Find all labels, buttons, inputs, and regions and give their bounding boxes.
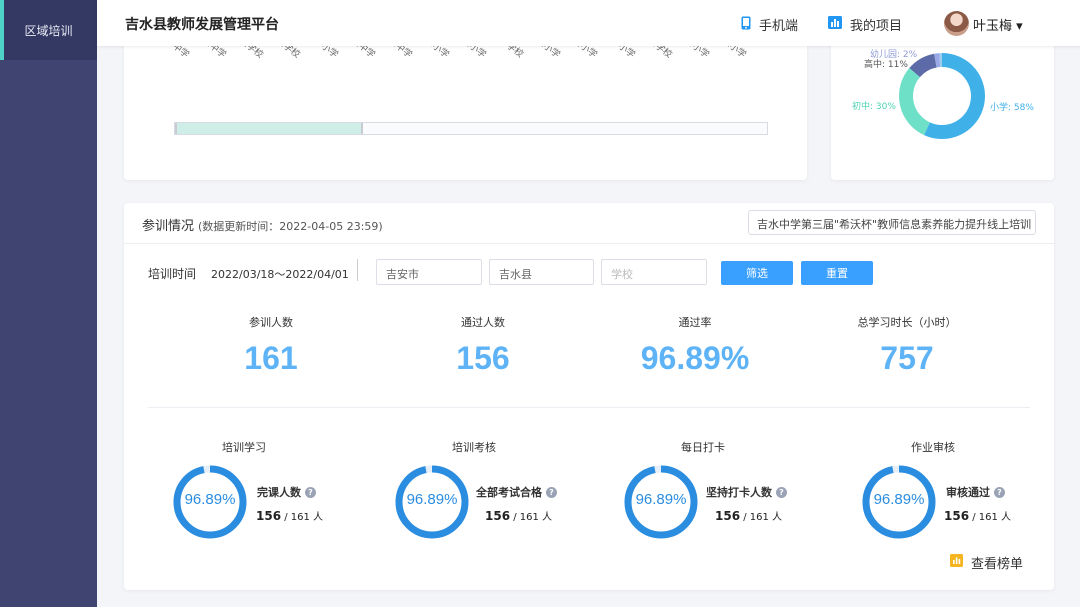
ring-count-checkin: 156 / 161 人 — [715, 508, 782, 523]
pie-label-primary: 小学: 58% — [990, 103, 1034, 113]
help-icon[interactable]: ? — [776, 487, 787, 498]
data-updated-time: (数据更新时间：2022-04-05 23:59) — [198, 220, 383, 233]
ring-pct-checkin: 96.89% — [635, 491, 687, 508]
ring-title-exam: 全部考试合格? — [476, 484, 557, 500]
view-ranking-link[interactable]: 查看榜单 — [950, 553, 1023, 572]
ring-pct-exam: 96.89% — [406, 491, 458, 508]
county-select[interactable]: 吉水县 — [489, 259, 594, 285]
training-overview-card: 参训情况 (数据更新时间：2022-04-05 23:59) 吉水中学第三届"希沃… — [124, 203, 1054, 590]
help-icon[interactable]: ? — [546, 487, 557, 498]
ring-homework: 96.89% — [861, 464, 937, 540]
chart-scrollbar-thumb[interactable] — [175, 123, 363, 134]
ring-exam: 96.89% — [394, 464, 470, 540]
stats-divider — [148, 407, 1030, 408]
chevron-down-icon: ﹀ — [1019, 220, 1029, 231]
group-title-exam: 培训考核 — [452, 441, 496, 454]
sidebar-item-label: 区域培训 — [24, 23, 73, 38]
projects-label: 我的项目 — [850, 19, 903, 34]
group-title-study: 培训学习 — [222, 441, 266, 454]
ring-title-text: 坚持打卡人数 — [706, 486, 772, 499]
top-header: 吉水县教师发展管理平台 手机端 我的项目 叶玉梅 ▾ — [97, 0, 1080, 46]
school-input[interactable]: 学校 — [601, 259, 707, 285]
ring-pct-homework: 96.89% — [873, 491, 925, 508]
section-divider — [124, 243, 1054, 244]
bar-chart-icon — [950, 554, 963, 571]
ring-count-total: / 161 人 — [510, 512, 553, 523]
pie-slice — [934, 53, 941, 68]
pie-slice — [924, 53, 985, 139]
stat-value-study-hours: 757 — [880, 340, 934, 376]
ring-title-text: 审核通过 — [946, 486, 990, 499]
ring-count-total: / 161 人 — [969, 512, 1012, 523]
section-title-text: 参训情况 — [142, 219, 195, 234]
mobile-link[interactable]: 手机端 — [741, 15, 798, 34]
section-title: 参训情况 (数据更新时间：2022-04-05 23:59) — [142, 215, 383, 234]
stat-label-participants: 参训人数 — [249, 316, 293, 329]
ring-count-value: 156 — [485, 509, 511, 523]
stat-value-participants: 161 — [244, 340, 298, 376]
group-title-checkin: 每日打卡 — [681, 441, 725, 454]
ring-count-exam: 156 / 161 人 — [485, 508, 552, 523]
ring-count-value: 156 — [256, 509, 282, 523]
stat-label-passed: 通过人数 — [461, 316, 505, 329]
stat-value-pass-rate: 96.89% — [640, 340, 750, 376]
ring-count-total: / 161 人 — [281, 512, 324, 523]
ring-title-text: 全部考试合格 — [476, 486, 542, 499]
ring-count-study: 156 / 161 人 — [256, 508, 323, 523]
mobile-label: 手机端 — [759, 19, 799, 34]
my-projects-link[interactable]: 我的项目 — [828, 15, 902, 34]
group-title-homework: 作业审核 — [911, 441, 955, 454]
user-menu[interactable]: 叶玉梅 ▾ — [973, 15, 1023, 34]
project-select[interactable]: 吉水中学第三届"希沃杯"教师信息素养能力提升线上培训 ﹀ — [748, 210, 1036, 235]
pie-label-junior: 初中: 30% — [852, 102, 896, 112]
pie-slice — [899, 68, 931, 136]
sidebar-item-regional-training[interactable]: 区域培训 — [0, 0, 97, 60]
filter-label: 培训时间 — [148, 267, 197, 281]
city-select[interactable]: 吉安市 — [376, 259, 482, 285]
ring-title-homework: 审核通过? — [946, 484, 1005, 500]
help-icon[interactable]: ? — [305, 487, 316, 498]
stat-label-study-hours: 总学习时长（小时） — [857, 316, 957, 329]
avatar[interactable] — [944, 11, 969, 36]
ring-count-value: 156 — [944, 509, 970, 523]
view-ranking-label: 查看榜单 — [971, 557, 1024, 572]
school-type-pie-card: 小学: 58% 初中: 30% 高中: 11% 幼儿园: 2% — [831, 40, 1054, 180]
stat-label-pass-rate: 通过率 — [678, 316, 712, 329]
sidebar: 区域培训 — [0, 0, 97, 607]
ring-title-study: 完课人数? — [257, 484, 316, 500]
chart-scrollbar[interactable] — [174, 122, 768, 135]
project-select-value: 吉水中学第三届"希沃杯"教师信息素养能力提升线上培训 — [757, 218, 1032, 231]
stat-value-passed: 156 — [456, 340, 510, 376]
ring-title-text: 完课人数 — [257, 486, 301, 499]
ring-pct-study: 96.89% — [184, 491, 236, 508]
filter-separator — [357, 259, 358, 281]
projects-icon — [828, 16, 842, 33]
ring-count-homework: 156 / 161 人 — [944, 508, 1011, 523]
mobile-icon — [741, 16, 751, 34]
ring-count-total: / 161 人 — [740, 512, 783, 523]
ring-count-value: 156 — [715, 509, 741, 523]
pie-slice — [909, 53, 938, 78]
reset-button[interactable]: 重置 — [801, 261, 873, 285]
filter-button[interactable]: 筛选 — [721, 261, 793, 285]
ring-study: 96.89% — [172, 464, 248, 540]
date-range: 2022/03/18～2022/04/01 — [211, 268, 349, 281]
help-icon[interactable]: ? — [994, 487, 1005, 498]
pie-label-kindergarten: 幼儿园: 2% — [870, 50, 918, 60]
platform-title: 吉水县教师发展管理平台 — [125, 17, 279, 33]
school-chart-card: 吉水中学第二中学思源实验学校金滩学校八都小学第五中学第三中学文峰小学枫田小学文峰… — [124, 40, 807, 180]
ring-checkin: 96.89% — [623, 464, 699, 540]
ring-title-checkin: 坚持打卡人数? — [706, 484, 787, 500]
